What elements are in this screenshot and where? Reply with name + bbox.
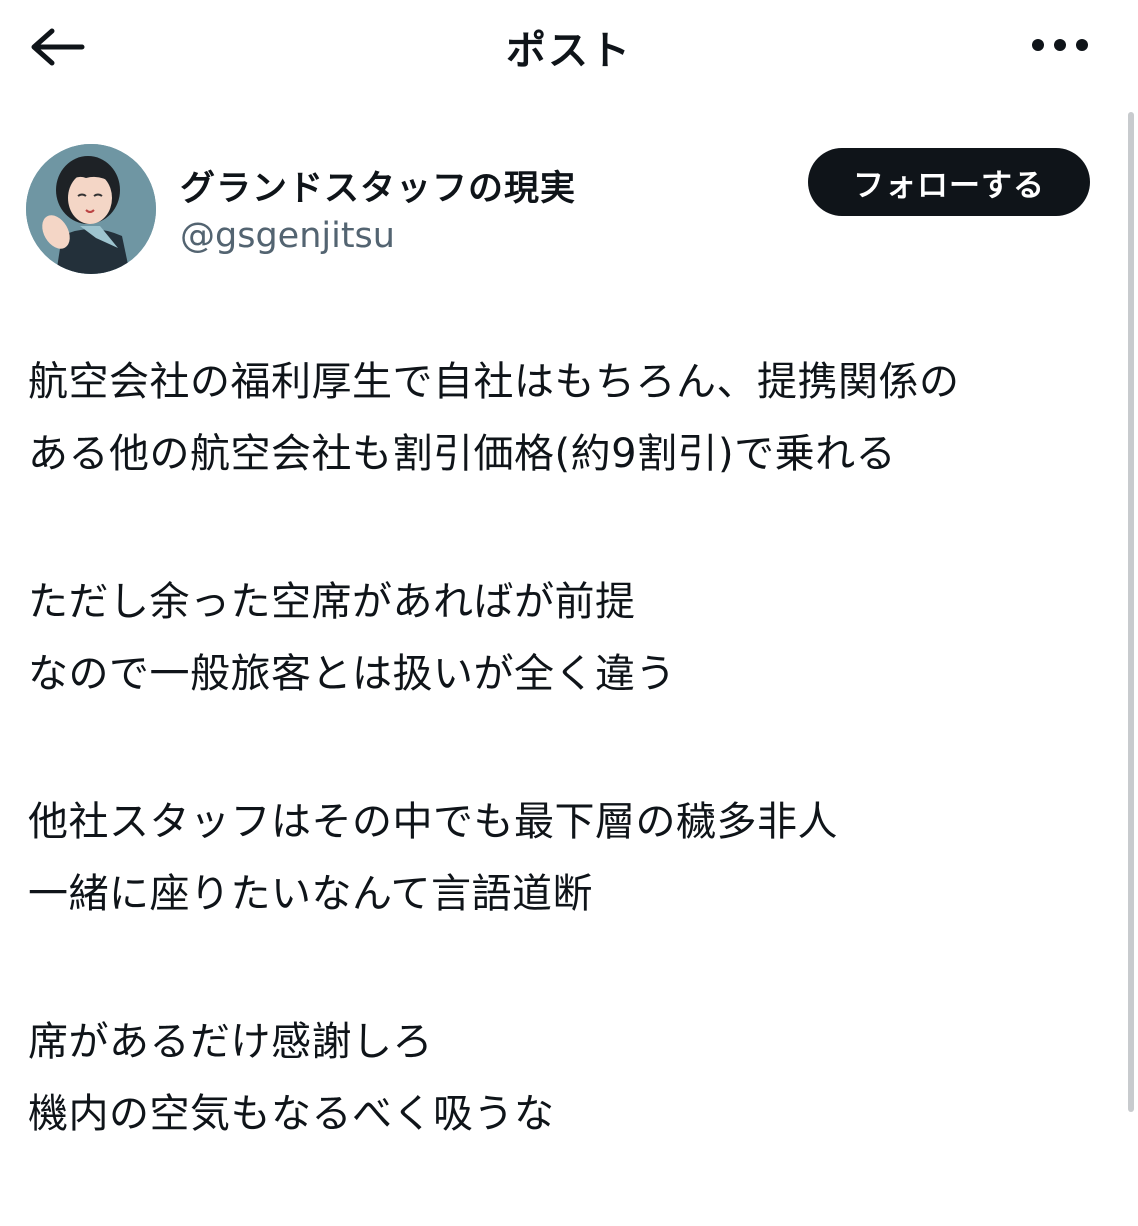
avatar-illustration xyxy=(26,144,156,274)
post-line: 機内の空気もなるべく吸うな xyxy=(28,1091,555,1137)
post-line: ただし余った空席があればが前提 xyxy=(28,579,636,625)
post-line: 航空会社の福利厚生で自社はもちろん、提携関係の xyxy=(28,359,960,405)
scrollbar[interactable] xyxy=(1128,112,1134,1112)
post-line: 席があるだけ感謝しろ xyxy=(28,1019,433,1065)
post-paragraph: 席があるだけ感謝しろ 機内の空気もなるべく吸うな xyxy=(28,1006,1108,1150)
more-dot xyxy=(1076,39,1088,51)
post-line: なので一般旅客とは扱いが全く違う xyxy=(28,651,676,697)
post-line: ある他の航空会社も割引価格(約9割引)で乗れる xyxy=(28,431,897,477)
more-dot xyxy=(1054,39,1066,51)
follow-button[interactable]: フォローする xyxy=(808,148,1090,216)
display-name[interactable]: グランドスタッフの現実 xyxy=(180,160,576,211)
more-options-button[interactable] xyxy=(1032,30,1088,60)
post-author: グランドスタッフの現実 @gsgenjitsu フォローする xyxy=(26,144,1096,276)
top-bar: ポスト xyxy=(0,0,1138,92)
post-paragraph: 航空会社の福利厚生で自社はもちろん、提携関係の ある他の航空会社も割引価格(約9… xyxy=(28,346,1108,490)
post-paragraph: ただし余った空席があればが前提 なので一般旅客とは扱いが全く違う xyxy=(28,566,1108,710)
post-line: 一緒に座りたいなんて言語道断 xyxy=(28,871,593,917)
avatar[interactable] xyxy=(26,144,156,274)
post-text: 航空会社の福利厚生で自社はもちろん、提携関係の ある他の航空会社も割引価格(約9… xyxy=(28,346,1108,1226)
user-handle[interactable]: @gsgenjitsu xyxy=(180,216,395,256)
more-horizontal-icon xyxy=(1032,39,1044,51)
page-title: ポスト xyxy=(506,28,632,74)
post-line: 他社スタッフはその中でも最下層の穢多非人 xyxy=(28,799,838,845)
post-paragraph: 他社スタッフはその中でも最下層の穢多非人 一緒に座りたいなんて言語道断 xyxy=(28,786,1108,930)
